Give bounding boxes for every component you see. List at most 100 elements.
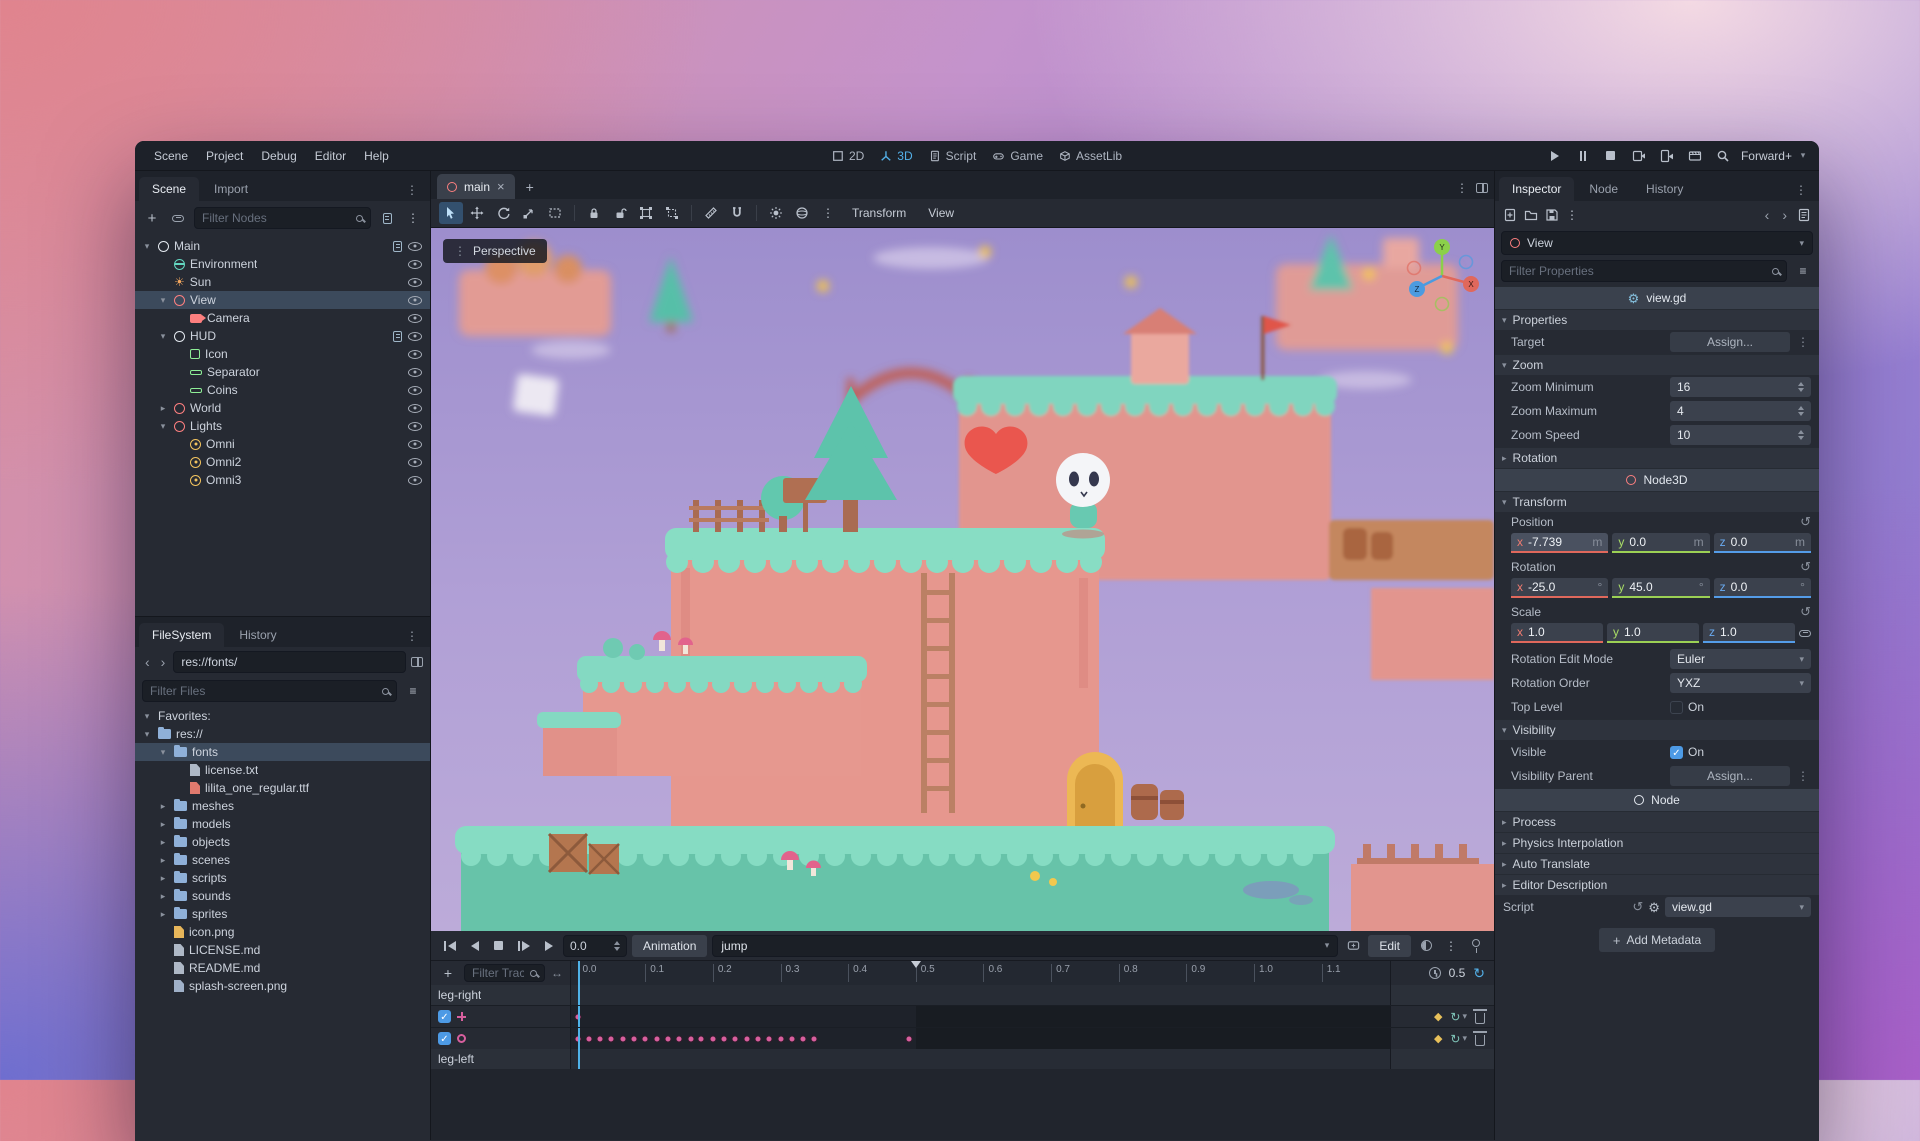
rotate-tool-button[interactable] (491, 202, 515, 224)
fs-item-license-md[interactable]: LICENSE.md (135, 941, 430, 959)
scale-x-field[interactable]: x 1.0 (1511, 623, 1603, 643)
track-enabled-checkbox[interactable] (438, 1032, 451, 1045)
fs-item-res-root[interactable]: ▾ res:// (135, 725, 430, 743)
bezier-toggle-icon[interactable]: ◆ (1434, 1010, 1442, 1023)
stepper[interactable] (1798, 406, 1804, 416)
section-properties[interactable]: ▾ Properties (1495, 309, 1819, 330)
tree-item-environment[interactable]: Environment (135, 255, 430, 273)
keyframe[interactable] (721, 1035, 728, 1042)
tree-item-world[interactable]: ▸ World (135, 399, 430, 417)
play-scene-button[interactable] (1629, 146, 1649, 166)
revert-icon[interactable]: ↺ (1800, 559, 1811, 575)
keyframe[interactable] (765, 1035, 772, 1042)
keyframe[interactable] (586, 1035, 593, 1042)
section-editor-description[interactable]: ▸ Editor Description (1495, 874, 1819, 895)
nav-forward-icon[interactable]: › (158, 654, 169, 670)
keyframe[interactable] (574, 1013, 581, 1020)
bezier-toggle-icon[interactable]: ◆ (1434, 1032, 1442, 1045)
filter-files-input[interactable] (150, 684, 376, 698)
keyframe[interactable] (608, 1035, 615, 1042)
dock-menu-icon[interactable]: ⋮ (398, 179, 426, 201)
top-level-checkbox[interactable] (1670, 701, 1683, 714)
keyframe[interactable] (799, 1035, 806, 1042)
animation-length-marker[interactable] (911, 961, 921, 973)
collapse-icon[interactable]: ▾ (157, 421, 169, 432)
tree-item-icon[interactable]: Icon (135, 345, 430, 363)
attach-script-button[interactable] (377, 208, 397, 228)
assign-target-button[interactable]: Assign... (1670, 332, 1790, 352)
time-stepper[interactable] (614, 941, 620, 951)
load-resource-icon[interactable] (1524, 208, 1538, 222)
ruler-tool-button[interactable] (699, 202, 723, 224)
visibility-eye-icon[interactable] (408, 242, 422, 251)
play-backwards-button[interactable] (466, 935, 484, 957)
fs-item-scenes[interactable]: ▸ scenes (135, 851, 430, 869)
visibility-eye-icon[interactable] (408, 368, 422, 377)
track-row[interactable]: ◆ ↻▾ (431, 1005, 1494, 1027)
remove-track-button[interactable] (1475, 1035, 1485, 1046)
onion-skinning-icon[interactable] (1416, 936, 1436, 956)
zoom-minimum-field[interactable]: 16 (1670, 377, 1811, 397)
workspace-3d[interactable]: 3D (880, 149, 912, 163)
scale-z-field[interactable]: z 1.0 (1703, 623, 1795, 643)
rotation-z-field[interactable]: z 0.0 ° (1714, 578, 1811, 598)
expand-icon[interactable]: ▸ (157, 403, 169, 414)
filter-tracks-input[interactable] (472, 966, 524, 980)
rotation-y-field[interactable]: y 45.0 ° (1612, 578, 1709, 598)
box-select-tool-button[interactable] (543, 202, 567, 224)
section-transform[interactable]: ▾ Transform (1495, 491, 1819, 512)
keyframe[interactable] (630, 1035, 637, 1042)
section-auto-translate[interactable]: ▸ Auto Translate (1495, 853, 1819, 874)
keyframe[interactable] (755, 1035, 762, 1042)
track-enabled-checkbox[interactable] (438, 1010, 451, 1023)
tab-scene[interactable]: Scene (139, 177, 199, 201)
fs-item-favorites[interactable]: ▾ Favorites: (135, 707, 430, 725)
play-custom-scene-button[interactable] (1657, 146, 1677, 166)
zoom-speed-field[interactable]: 10 (1670, 425, 1811, 445)
keyframe[interactable] (777, 1035, 784, 1042)
collapse-icon[interactable]: ▾ (157, 331, 169, 342)
expand-viewport-icon[interactable] (1476, 183, 1488, 193)
property-sort-icon[interactable]: ≡ (1793, 261, 1813, 281)
visibility-eye-icon[interactable] (408, 296, 422, 305)
remove-track-button[interactable] (1475, 1013, 1485, 1024)
current-time-field[interactable]: 0.0 (563, 935, 627, 957)
position-z-field[interactable]: z 0.0 m (1714, 533, 1811, 553)
workspace-script[interactable]: Script (929, 149, 977, 163)
workspace-2d[interactable]: 2D (832, 149, 864, 163)
tab-import[interactable]: Import (201, 177, 261, 201)
keyframe[interactable] (687, 1035, 694, 1042)
preview-environment-button[interactable] (790, 202, 814, 224)
tree-item-sun[interactable]: ☀ Sun (135, 273, 430, 291)
path-field[interactable] (173, 651, 406, 673)
visibility-eye-icon[interactable] (408, 260, 422, 269)
visibility-eye-icon[interactable] (408, 422, 422, 431)
animation-menu-button[interactable]: Animation (632, 935, 707, 957)
lock-button[interactable] (582, 202, 606, 224)
fs-item-meshes[interactable]: ▸ meshes (135, 797, 430, 815)
close-tab-icon[interactable]: × (497, 179, 505, 194)
link-scale-icon[interactable] (1799, 630, 1811, 637)
dock-menu-icon[interactable]: ⋮ (1787, 179, 1815, 201)
assign-visibility-parent-button[interactable]: Assign... (1670, 766, 1790, 786)
track-timeline[interactable] (571, 1028, 1390, 1049)
view-gizmos-menu-icon[interactable]: ⋮ (816, 202, 840, 224)
collapse-icon[interactable]: ▾ (157, 747, 169, 758)
stepper[interactable] (1798, 430, 1804, 440)
view-menu[interactable]: View (918, 203, 964, 223)
tab-inspector[interactable]: Inspector (1499, 177, 1574, 201)
stepper[interactable] (1798, 382, 1804, 392)
script-dropdown[interactable]: view.gd ▾ (1665, 897, 1811, 917)
category-script[interactable]: ⚙ view.gd (1495, 286, 1819, 309)
position-x-field[interactable]: x -7.739 m (1511, 533, 1608, 553)
visibility-eye-icon[interactable] (408, 332, 422, 341)
group-button[interactable] (634, 202, 658, 224)
edited-node-selector[interactable]: View ▾ (1501, 231, 1813, 255)
keyframe[interactable] (642, 1035, 649, 1042)
tree-item-omni3[interactable]: Omni3 (135, 471, 430, 489)
script-icon[interactable] (393, 331, 402, 342)
fs-item-scripts[interactable]: ▸ scripts (135, 869, 430, 887)
preview-sun-button[interactable] (764, 202, 788, 224)
expand-icon[interactable]: ▸ (157, 891, 169, 902)
visibility-eye-icon[interactable] (408, 404, 422, 413)
